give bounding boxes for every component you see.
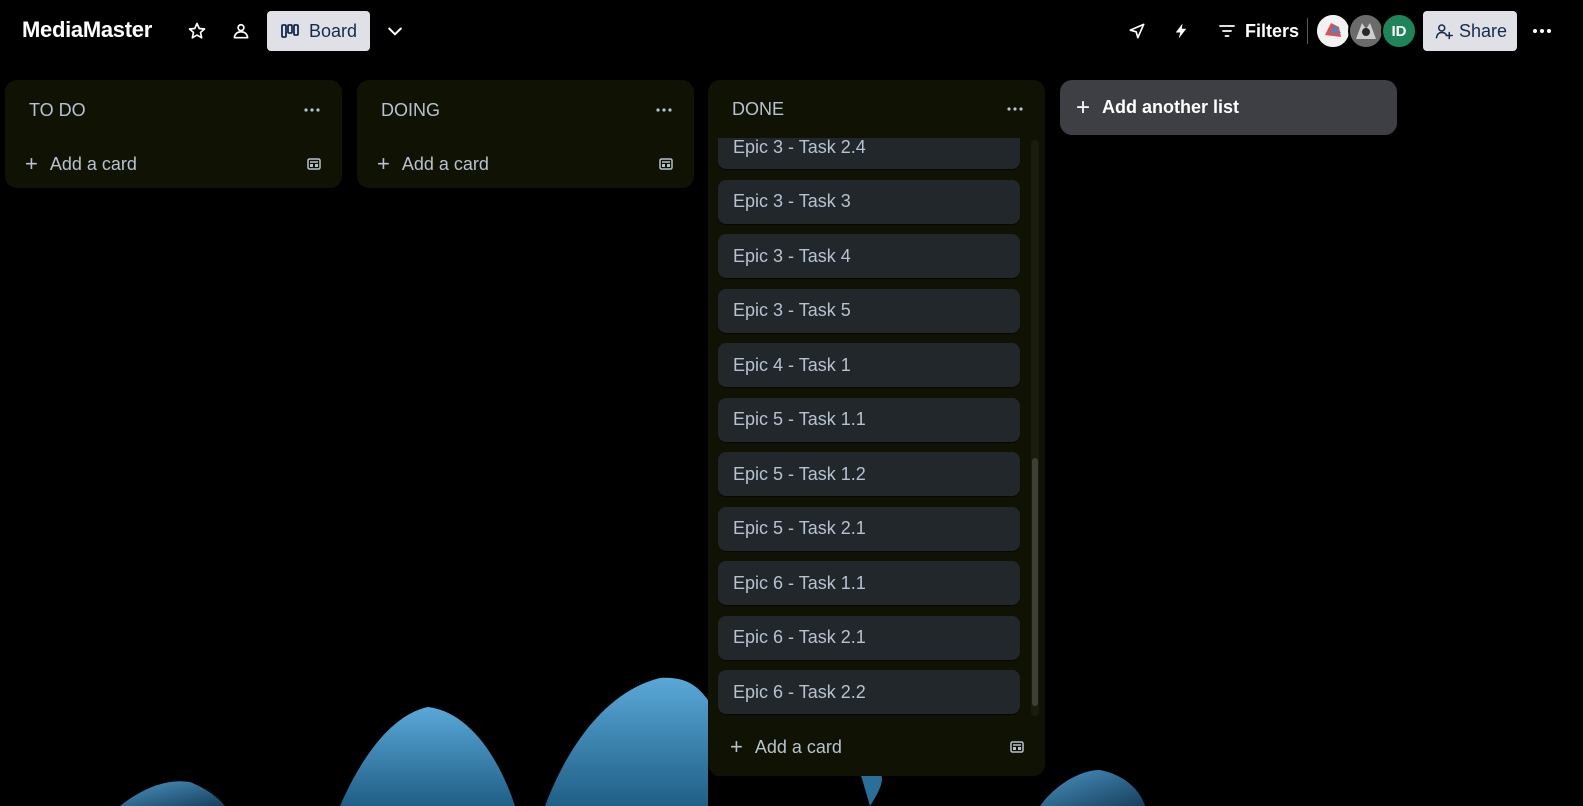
card-stack: Epic 3 - Task 2.4 Epic 3 - Task 3 Epic 3… [718,138,1023,714]
list-menu-button[interactable] [652,98,676,122]
star-icon [188,22,206,39]
more-horizontal-icon [1007,107,1023,111]
card-title: Epic 3 - Task 4 [733,245,851,266]
board-view-button[interactable]: Board [267,11,370,51]
card-title: Epic 5 - Task 1.1 [733,409,866,429]
list-doing: DOING + Add a card [357,80,694,188]
add-list-button[interactable]: + Add another list [1060,80,1397,135]
list-menu-button[interactable] [300,98,324,122]
plus-icon: + [377,151,390,176]
card-title: Epic 6 - Task 2.2 [733,681,866,702]
card[interactable]: Epic 3 - Task 2.4 [718,138,1020,169]
avatar[interactable] [1315,13,1351,49]
template-icon [307,158,321,170]
board-header: MediaMaster Board Filters ID Share [0,0,1583,62]
power-ups-button[interactable] [1121,15,1153,47]
card[interactable]: Epic 5 - Task 1.2 [718,452,1020,496]
automation-button[interactable] [1165,15,1197,47]
list-header: TO DO [5,80,342,140]
list-footer: + Add a card [357,140,694,188]
add-card-label: Add a card [754,736,842,757]
card[interactable]: Epic 3 - Task 4 [718,234,1020,278]
list-title[interactable]: TO DO [29,100,86,121]
board-menu-button[interactable] [1526,15,1558,47]
add-card-button[interactable]: + Add a card [377,153,489,175]
board-view-label: Board [309,20,358,41]
more-horizontal-icon [1533,29,1551,33]
template-icon [1010,741,1024,753]
list-header: DOING [357,80,694,140]
plus-icon: + [25,151,38,176]
board-title[interactable]: MediaMaster [22,17,152,43]
add-card-label: Add a card [401,153,489,174]
avatar[interactable] [1348,13,1384,49]
chevron-down-icon [388,27,402,36]
add-card-button[interactable]: + Add a card [25,153,137,175]
plus-icon: + [1076,93,1091,121]
more-horizontal-icon [656,108,672,112]
views-dropdown-button[interactable] [379,15,411,47]
add-list-label: Add another list [1102,97,1240,117]
card[interactable]: Epic 3 - Task 3 [718,179,1020,224]
add-person-icon [1435,24,1453,40]
list-footer: + Add a card [708,718,1045,776]
card[interactable]: Epic 5 - Task 2.1 [718,506,1020,551]
card[interactable]: Epic 6 - Task 2.2 [718,670,1020,714]
avatar-initials[interactable]: ID [1381,13,1417,49]
card-title: Epic 6 - Task 1.1 [733,572,866,593]
avatar-image-icon [1350,15,1382,47]
more-horizontal-icon [304,108,320,112]
card[interactable]: Epic 5 - Task 1.1 [718,397,1020,442]
list-menu-button[interactable] [1003,97,1027,121]
card-list[interactable]: Epic 3 - Task 2.4 Epic 3 - Task 3 Epic 3… [708,138,1045,718]
share-button[interactable]: Share [1423,11,1517,51]
add-card-label: Add a card [49,153,137,174]
filters-label: Filters [1245,20,1300,41]
card-title: Epic 3 - Task 3 [733,191,851,211]
plus-icon: + [730,734,743,759]
add-card-button[interactable]: + Add a card [728,736,842,758]
list-footer: + Add a card [5,140,342,188]
star-button[interactable] [181,15,213,47]
filter-icon [1219,25,1235,37]
board-members: ID [1315,13,1419,49]
list-title[interactable]: DOING [381,100,440,121]
template-icon [659,158,673,170]
avatar-image-icon [1317,15,1349,47]
list-todo: TO DO + Add a card [5,80,342,188]
list-title[interactable]: DONE [732,99,784,120]
trello-board: MediaMaster Board Filters ID Share TO DO… [0,0,1583,806]
create-from-template-button[interactable] [1007,737,1027,757]
rocket-icon [1129,23,1145,39]
filters-button[interactable]: Filters [1212,14,1305,48]
card-title: Epic 4 - Task 1 [733,354,851,375]
list-done: DONE Epic 3 - Task 2.4 Epic 3 - Task 3 E… [708,80,1045,776]
board-icon [281,24,299,38]
lightning-icon [1175,23,1187,39]
header-divider [1307,18,1308,44]
card-title: Epic 6 - Task 2.1 [733,627,866,647]
scrollbar-thumb[interactable] [1032,458,1038,706]
card[interactable]: Epic 4 - Task 1 [718,343,1020,387]
people-icon [233,23,249,39]
card-title: Epic 3 - Task 2.4 [733,138,866,157]
list-header: DONE [708,80,1045,138]
create-from-template-button[interactable] [304,154,324,174]
card-title: Epic 5 - Task 1.2 [733,463,866,484]
card[interactable]: Epic 3 - Task 5 [718,288,1020,333]
create-from-template-button[interactable] [656,154,676,174]
visibility-button[interactable] [225,15,257,47]
card-title: Epic 3 - Task 5 [733,300,851,320]
card[interactable]: Epic 6 - Task 2.1 [718,615,1020,660]
share-label: Share [1459,20,1508,41]
scrollbar[interactable] [1031,140,1039,716]
card[interactable]: Epic 6 - Task 1.1 [718,561,1020,605]
card-title: Epic 5 - Task 2.1 [733,518,866,538]
